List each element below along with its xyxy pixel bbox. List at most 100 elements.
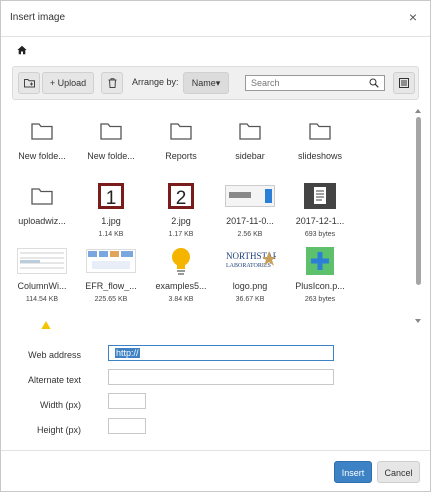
folder-item[interactable]: Reports	[147, 115, 215, 177]
image-thumbnail-icon: 2	[168, 183, 194, 209]
item-thumbnail	[77, 245, 145, 277]
new-folder-icon	[23, 79, 35, 88]
item-name: EFR_flow_...	[85, 281, 137, 291]
item-thumbnail	[286, 180, 354, 212]
item-name: 2017-11-0...	[226, 216, 274, 226]
height-field[interactable]	[108, 418, 146, 434]
item-size: 3.84 KB	[168, 296, 194, 303]
item-name: Reports	[165, 151, 197, 161]
folder-icon	[170, 123, 192, 140]
item-thumbnail	[12, 115, 76, 147]
item-name: ColumnWi...	[17, 281, 67, 291]
alt-text-label: Alternate text	[27, 375, 81, 385]
item-size: 2.56 KB	[237, 231, 263, 238]
file-item[interactable]: 2017-12-1... 693 bytes	[286, 180, 354, 242]
file-item[interactable]: 2017-11-0... 2.56 KB	[216, 180, 284, 242]
folder-icon	[309, 123, 331, 140]
file-item[interactable]: EFR_flow_... 225.65 KB	[77, 245, 145, 307]
width-label: Width (px)	[39, 400, 81, 410]
file-item[interactable]: PlusIcon.p... 263 bytes	[286, 245, 354, 307]
item-size: 1.14 KB	[98, 231, 124, 238]
item-name: sidebar	[235, 151, 265, 161]
new-folder-button[interactable]	[18, 72, 40, 94]
insert-button[interactable]: Insert	[334, 461, 372, 483]
warning-icon	[41, 321, 51, 329]
scroll-up-icon[interactable]	[415, 109, 421, 113]
item-thumbnail	[147, 245, 215, 277]
web-address-label: Web address	[28, 350, 81, 360]
file-toolbar: + Upload Arrange by: Name▾ Search	[12, 66, 419, 100]
image-thumbnail-icon: 1	[98, 183, 124, 209]
folder-icon	[239, 123, 261, 140]
dialog-titlebar: Insert image ×	[1, 1, 430, 37]
folder-item[interactable]: uploadwiz...	[12, 180, 76, 242]
item-name: 1.jpg	[101, 216, 121, 226]
item-name: uploadwiz...	[18, 216, 66, 226]
item-size: 225.65 KB	[94, 296, 128, 303]
width-field[interactable]	[108, 393, 146, 409]
item-size: 36.67 KB	[235, 296, 265, 303]
item-name: 2017-12-1...	[295, 216, 345, 226]
item-name: 2.jpg	[171, 216, 191, 226]
folder-item[interactable]: sidebar	[216, 115, 284, 177]
image-thumbnail-icon	[225, 185, 275, 207]
height-label: Height (px)	[36, 425, 81, 435]
plus-icon	[306, 247, 334, 275]
logo-thumbnail-icon: NORTHSTARLABORATORIES	[226, 251, 276, 269]
file-item[interactable]: NORTHSTAR LABORATORIES logo.png 36.67 KB	[216, 245, 284, 307]
file-item[interactable]: examples5... 3.84 KB	[147, 245, 215, 307]
folder-icon	[100, 123, 122, 140]
file-item[interactable]: 2 2.jpg 1.17 KB	[147, 180, 215, 242]
item-thumbnail	[216, 115, 284, 147]
folder-item[interactable]: New folde...	[77, 115, 145, 177]
item-name: examples5...	[155, 281, 207, 291]
file-item[interactable]: 1 1.jpg 1.14 KB	[77, 180, 145, 242]
item-thumbnail: NORTHSTAR LABORATORIES	[216, 245, 284, 277]
item-name: slideshows	[297, 151, 343, 161]
alt-text-field[interactable]	[108, 369, 334, 385]
dialog-title: Insert image	[10, 12, 66, 23]
file-item-partial[interactable]	[38, 319, 54, 329]
scrollbar-thumb[interactable]	[416, 117, 421, 285]
search-placeholder: Search	[251, 78, 280, 88]
cancel-button[interactable]: Cancel	[377, 461, 420, 483]
folder-item[interactable]: New folde...	[12, 115, 76, 177]
trash-icon	[108, 78, 116, 88]
file-item[interactable]: ColumnWi... 114.54 KB	[12, 245, 76, 307]
image-thumbnail-icon	[86, 249, 136, 273]
item-thumbnail	[147, 115, 215, 147]
search-input[interactable]: Search	[245, 75, 385, 91]
home-icon[interactable]	[17, 45, 27, 55]
svg-text:LABORATORIES: LABORATORIES	[226, 263, 271, 269]
item-thumbnail: 1	[77, 180, 145, 212]
lightbulb-icon	[172, 248, 190, 275]
web-address-field[interactable]: http://	[108, 345, 334, 361]
item-name: logo.png	[232, 281, 268, 291]
search-icon	[369, 78, 379, 88]
file-grid: New folde... New folde... Reports sidebar sl…	[12, 107, 412, 329]
item-name: New folde...	[87, 151, 135, 161]
upload-button[interactable]: + Upload	[42, 72, 94, 94]
item-size: 693 bytes	[304, 231, 336, 238]
arrange-by-label: Arrange by:	[132, 77, 179, 87]
item-thumbnail	[12, 245, 76, 277]
view-mode-button[interactable]	[393, 72, 415, 94]
item-size: 1.17 KB	[168, 231, 194, 238]
folder-icon	[31, 188, 53, 205]
scrollbar[interactable]	[413, 107, 423, 329]
folder-item[interactable]: slideshows	[286, 115, 354, 177]
arrange-by-select[interactable]: Name▾	[183, 72, 229, 94]
svg-text:1: 1	[106, 188, 117, 209]
item-thumbnail	[286, 245, 354, 277]
item-thumbnail	[77, 115, 145, 147]
scroll-down-icon[interactable]	[415, 319, 421, 323]
delete-button[interactable]	[101, 72, 123, 94]
image-thumbnail-icon	[17, 248, 67, 274]
folder-icon	[31, 123, 53, 140]
item-thumbnail	[216, 180, 284, 212]
list-view-icon	[399, 78, 409, 88]
insert-image-dialog: Insert image × + Upload Arrange by: Name…	[0, 0, 431, 492]
close-icon[interactable]: ×	[405, 9, 421, 25]
web-address-value: http://	[115, 348, 140, 358]
item-thumbnail	[286, 115, 354, 147]
